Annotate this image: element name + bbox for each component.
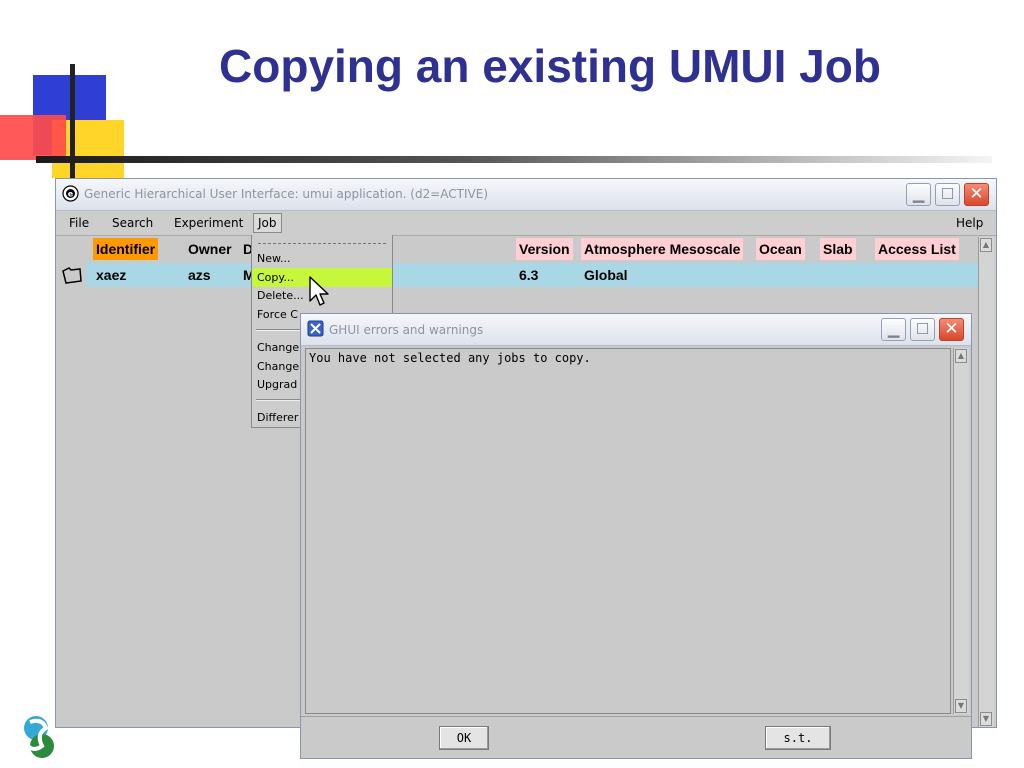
close-icon: ✕	[944, 319, 959, 339]
main-scrollbar[interactable]: ▲ ▼	[978, 237, 994, 727]
cell-owner: azs	[188, 267, 211, 283]
slide-title: Copying an existing UMUI Job	[219, 40, 881, 92]
cell-atmosphere: Global	[584, 267, 628, 283]
ok-button[interactable]: OK	[439, 726, 489, 750]
menubar: File Search Experiment Job Help	[56, 211, 996, 236]
errors-dialog: GHUI errors and warnings ▁ ☐ ✕ You have …	[300, 313, 972, 759]
scroll-up-icon[interactable]: ▲	[980, 238, 992, 252]
column-header-atmosphere[interactable]: Atmosphere Mesoscale	[581, 238, 744, 260]
column-header-owner[interactable]: Owner	[185, 238, 235, 260]
menu-file[interactable]: File	[69, 216, 89, 230]
dialog-minimize-button[interactable]: ▁	[881, 318, 906, 341]
scroll-down-icon[interactable]: ▼	[955, 699, 967, 713]
mouse-cursor-icon	[309, 276, 329, 306]
column-header-version[interactable]: Version	[516, 238, 573, 260]
tear-off-separator[interactable]	[258, 243, 386, 244]
cell-version: 6.3	[519, 267, 539, 283]
scroll-down-icon[interactable]: ▼	[980, 712, 992, 726]
main-window-titlebar[interactable]: e Generic Hierarchical User Interface: u…	[56, 179, 996, 211]
dialog-maximize-button[interactable]: ☐	[910, 318, 935, 341]
folder-icon[interactable]	[61, 265, 83, 285]
dialog-close-button[interactable]: ✕	[939, 318, 964, 341]
svg-text:e: e	[68, 190, 74, 199]
dialog-message-area[interactable]: You have not selected any jobs to copy.	[305, 348, 951, 714]
app-icon: e	[62, 185, 79, 202]
dialog-titlebar[interactable]: GHUI errors and warnings ▁ ☐ ✕	[301, 314, 971, 346]
st-button[interactable]: s.t.	[765, 726, 831, 750]
minimize-icon: ▁	[912, 185, 925, 203]
menu-job[interactable]: Job	[253, 213, 282, 233]
close-button[interactable]: ✕	[964, 183, 989, 206]
column-header-identifier[interactable]: Identifier	[93, 238, 159, 260]
logo-icon	[24, 716, 54, 758]
menu-search[interactable]: Search	[112, 216, 153, 230]
column-header-ocean[interactable]: Ocean	[756, 238, 805, 260]
menu-experiment[interactable]: Experiment	[174, 216, 243, 230]
dialog-message: You have not selected any jobs to copy.	[309, 351, 591, 365]
decor-red-square	[0, 115, 66, 160]
dialog-scrollbar[interactable]: ▲ ▼	[953, 348, 969, 714]
column-header-slab[interactable]: Slab	[820, 238, 856, 260]
main-window-title: Generic Hierarchical User Interface: umu…	[84, 187, 489, 201]
dialog-app-icon	[307, 320, 324, 337]
maximize-button[interactable]: ☐	[935, 183, 960, 206]
minimize-icon: ▁	[887, 320, 900, 338]
decor-horizontal-rule	[36, 156, 992, 163]
close-icon: ✕	[969, 184, 984, 204]
maximize-icon: ☐	[915, 320, 930, 338]
scroll-up-icon[interactable]: ▲	[955, 349, 967, 363]
menu-item-new[interactable]: New...	[252, 249, 392, 268]
cell-identifier: xaez	[96, 267, 127, 283]
dialog-footer: OK s.t.	[301, 716, 971, 758]
minimize-button[interactable]: ▁	[906, 183, 931, 206]
decor-vertical-line	[70, 64, 75, 184]
dialog-title: GHUI errors and warnings	[329, 323, 484, 337]
maximize-icon: ☐	[940, 185, 955, 203]
column-header-access-list[interactable]: Access List	[875, 238, 959, 260]
menu-help[interactable]: Help	[956, 216, 983, 230]
